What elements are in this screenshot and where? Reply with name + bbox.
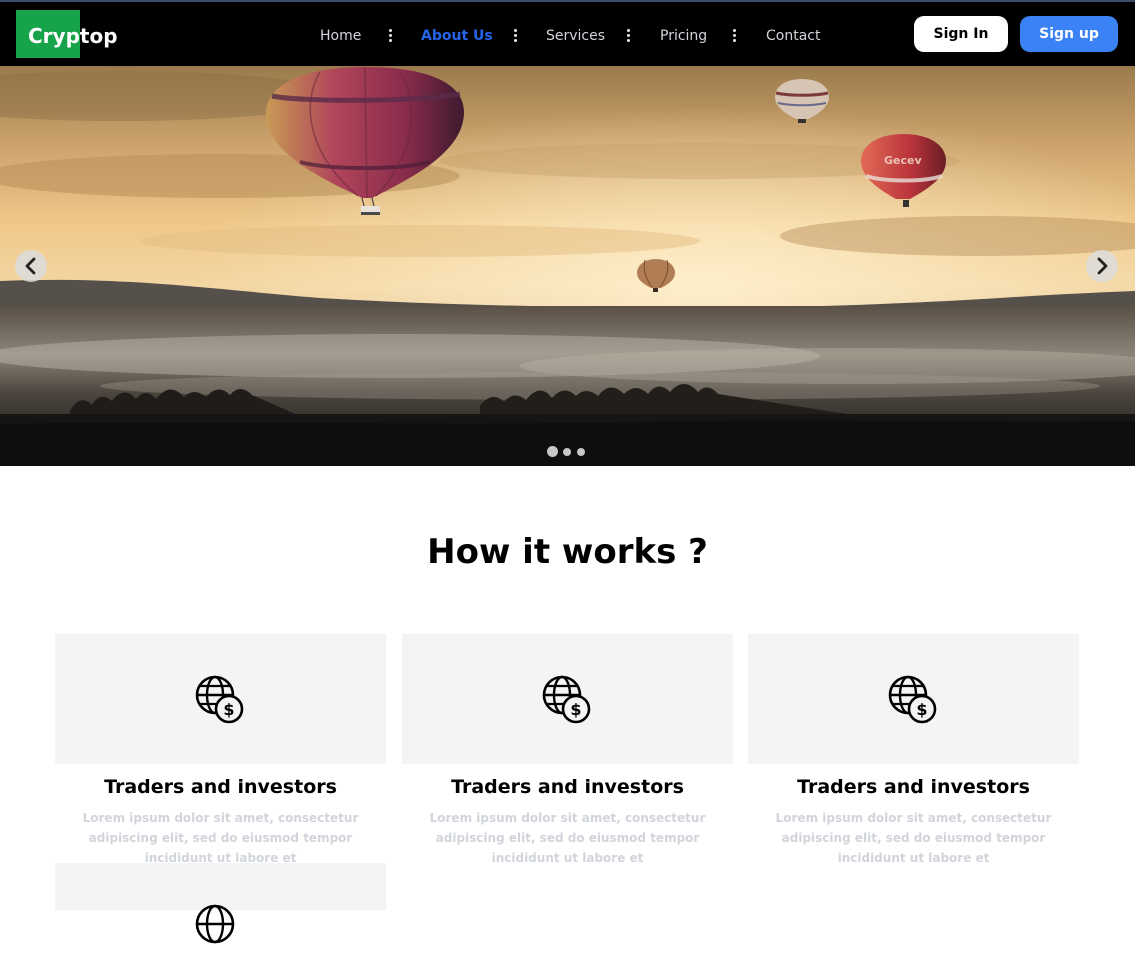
card-description: Lorem ipsum dolor sit amet, consectetur …: [429, 811, 706, 865]
sign-up-button[interactable]: Sign up: [1020, 16, 1118, 52]
vertical-dots-icon: [627, 29, 630, 42]
card-image: $: [55, 634, 386, 764]
chevron-left-icon: [25, 257, 36, 275]
card-image: $: [402, 634, 733, 764]
chevron-right-icon: [1097, 257, 1108, 275]
section-title: How it works ?: [427, 532, 708, 572]
card-title: Traders and investors: [797, 776, 1030, 798]
card-title: Traders and investors: [104, 776, 337, 798]
carousel-next-button[interactable]: [1086, 250, 1118, 282]
hero-carousel: Gecev: [0, 66, 1135, 466]
vertical-dots-icon: [514, 29, 517, 42]
sign-in-button[interactable]: Sign In: [914, 16, 1008, 52]
carousel-dot-2[interactable]: [563, 448, 571, 456]
carousel-prev-button[interactable]: [15, 250, 47, 282]
navbar: Cryptop Home About Us Services Pricing C…: [0, 2, 1135, 66]
globe-dollar-icon: $: [888, 675, 937, 724]
vertical-dots-icon: [389, 29, 392, 42]
svg-text:Gecev: Gecev: [884, 154, 922, 167]
card-description: Lorem ipsum dolor sit amet, consectetur …: [775, 811, 1052, 865]
nav-item-about-us[interactable]: About Us: [421, 26, 493, 46]
card-image: [55, 863, 386, 944]
brand-name[interactable]: Cryptop: [28, 24, 118, 48]
card-image: $: [748, 634, 1079, 764]
nav-item-services[interactable]: Services: [546, 26, 605, 46]
card-title: Traders and investors: [451, 776, 684, 798]
svg-text:$: $: [916, 700, 927, 719]
carousel-dot-3[interactable]: [577, 448, 585, 456]
svg-text:$: $: [570, 700, 581, 719]
carousel-dot-1[interactable]: [547, 446, 558, 457]
carousel-indicators: [547, 446, 587, 458]
globe-dollar-icon: $: [542, 675, 591, 724]
nav-item-pricing[interactable]: Pricing: [660, 26, 707, 46]
card-description: Lorem ipsum dolor sit amet, consectetur …: [82, 811, 359, 865]
globe-dollar-icon: $: [195, 675, 244, 724]
nav-item-home[interactable]: Home: [320, 26, 361, 46]
globe-dollar-icon: [195, 904, 235, 944]
nav-item-contact[interactable]: Contact: [766, 26, 820, 46]
vertical-dots-icon: [733, 29, 736, 42]
hero-image: Gecev: [0, 66, 1135, 466]
svg-text:$: $: [223, 700, 234, 719]
